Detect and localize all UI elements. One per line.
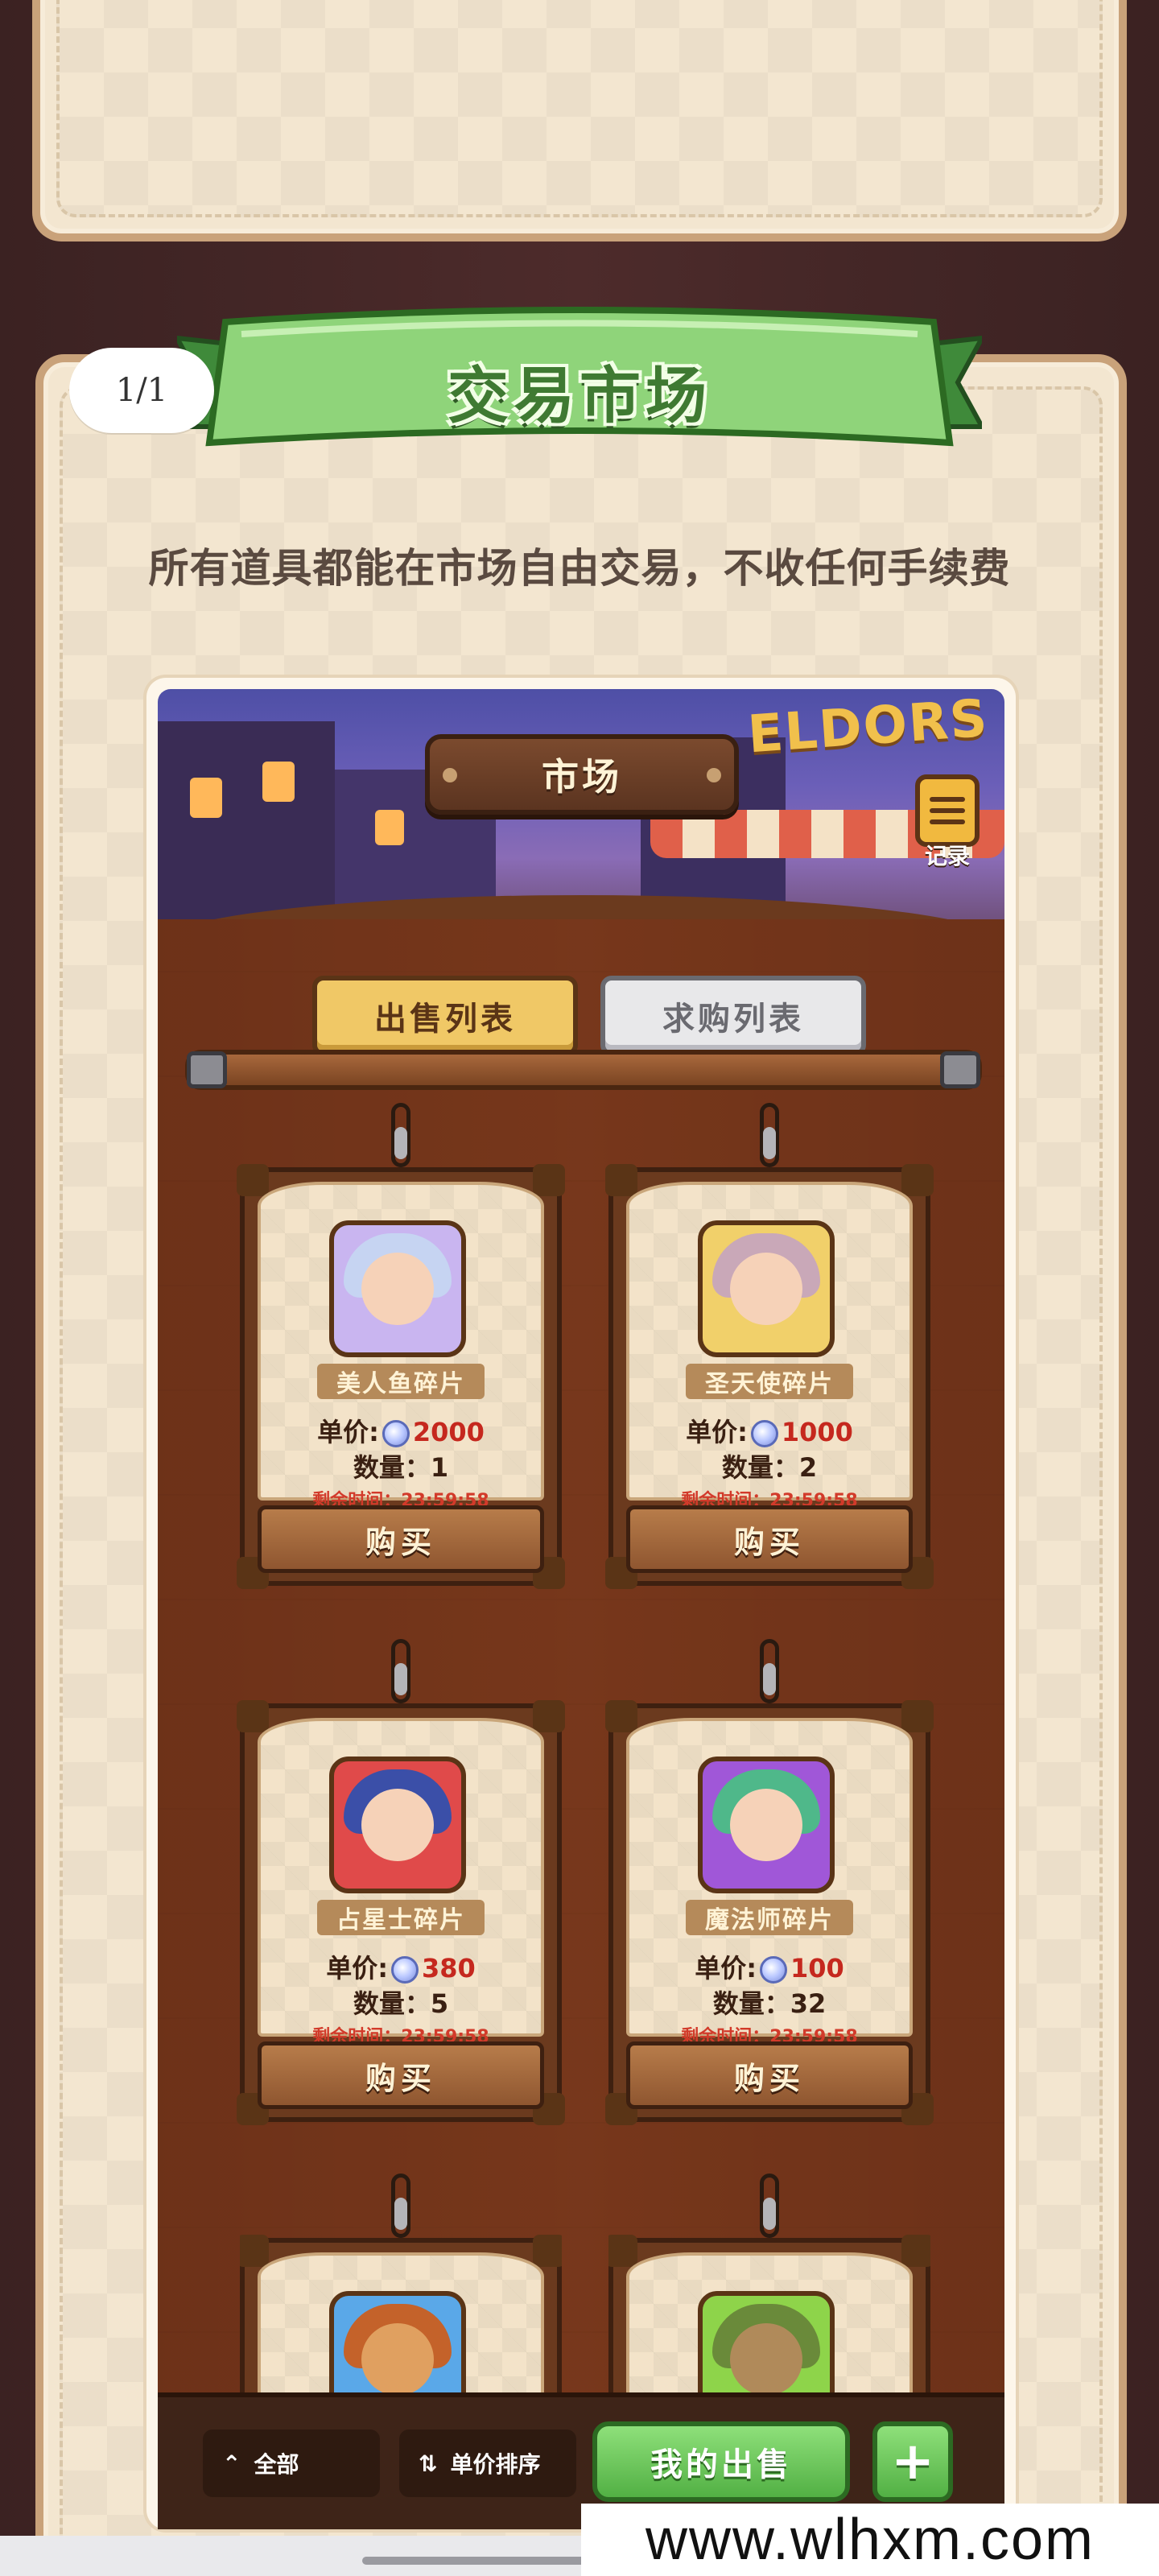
gem-icon xyxy=(382,1420,410,1447)
item-price: 单价: 2000 xyxy=(317,1417,485,1447)
item-board: 魔法师碎片 单价: 100 数量：32 剩余时间：23:59:58 购买 xyxy=(605,1700,934,2125)
item-name: 圣天使碎片 xyxy=(686,1364,853,1399)
item-board xyxy=(608,2235,930,2407)
sort-price-label: 单价排序 xyxy=(450,2451,541,2478)
buy-button[interactable]: 购买 xyxy=(626,1505,913,1573)
item-board: 美人鱼碎片 单价: 2000 数量：1 剩余时间：23:59:58 购买 xyxy=(237,1164,565,1589)
clipboard-icon xyxy=(915,774,980,847)
item-card xyxy=(240,2174,562,2407)
record-label: 记录 xyxy=(924,843,970,869)
item-quantity: 数量：2 xyxy=(721,1452,818,1483)
item-board xyxy=(240,2235,562,2407)
shelf-bracket xyxy=(940,1051,980,1088)
gem-icon xyxy=(391,1956,419,1984)
banner-title: 交易市场 xyxy=(448,360,711,431)
tab-buy-list[interactable]: 求购列表 xyxy=(600,976,866,1056)
item-price: 单价: 380 xyxy=(326,1953,476,1984)
chevron-up-icon: ⌃ xyxy=(222,2450,241,2477)
item-name: 美人鱼碎片 xyxy=(317,1364,485,1399)
mage-portrait xyxy=(698,1757,835,1893)
home-indicator[interactable] xyxy=(362,2557,588,2565)
window-graphic xyxy=(262,762,295,802)
item-card xyxy=(608,2174,930,2407)
item-quantity: 数量：1 xyxy=(353,1452,449,1483)
watermark: www.wlhxm.com xyxy=(581,2504,1159,2576)
tab-sell-list[interactable]: 出售列表 xyxy=(312,976,578,1056)
window-graphic xyxy=(190,778,222,818)
item-card: 占星士碎片 单价: 380 数量：5 剩余时间：23:59:58 购买 xyxy=(237,1639,565,2125)
eldors-logo: ELDORS xyxy=(745,689,991,766)
sort-price-button[interactable]: ⇅ 单价排序 xyxy=(399,2429,576,2497)
mermaid-portrait xyxy=(329,1220,466,1357)
item-name: 占星士碎片 xyxy=(317,1900,485,1935)
window-graphic xyxy=(375,810,404,845)
title-banner: 交易市场 xyxy=(172,306,987,467)
item-price: 单价: 100 xyxy=(695,1953,844,1984)
angel-portrait xyxy=(698,1220,835,1357)
buy-button[interactable]: 购买 xyxy=(258,2041,544,2109)
shelf-bracket xyxy=(187,1051,227,1088)
market-sign: 市场 xyxy=(425,734,739,815)
item-name: 魔法师碎片 xyxy=(686,1900,853,1935)
page-indicator: 1/1 xyxy=(69,348,214,433)
previous-panel xyxy=(32,0,1127,242)
item-price: 单价: 1000 xyxy=(686,1417,853,1447)
item-board: 占星士碎片 单价: 380 数量：5 剩余时间：23:59:58 购买 xyxy=(237,1700,565,2125)
gem-icon xyxy=(750,1420,778,1447)
gem-icon xyxy=(760,1956,787,1984)
treant-portrait xyxy=(698,2291,835,2407)
item-quantity: 数量：5 xyxy=(353,1988,449,2019)
tab-shelf xyxy=(185,1050,982,1090)
previous-panel-inner xyxy=(56,0,1103,217)
item-board: 圣天使碎片 单价: 1000 数量：2 剩余时间：23:59:58 购买 xyxy=(605,1164,934,1589)
record-button[interactable]: 记录 xyxy=(903,774,992,871)
sort-icon: ⇅ xyxy=(419,2450,438,2477)
my-sale-button[interactable]: 我的出售 xyxy=(592,2421,850,2502)
lion-portrait xyxy=(329,2291,466,2407)
market-title: 市场 xyxy=(542,755,622,799)
add-listing-button[interactable]: + xyxy=(872,2421,953,2502)
item-card: 美人鱼碎片 单价: 2000 数量：1 剩余时间：23:59:58 购买 xyxy=(237,1103,565,1589)
item-card: 魔法师碎片 单价: 100 数量：32 剩余时间：23:59:58 购买 xyxy=(605,1639,934,2125)
item-quantity: 数量：32 xyxy=(712,1988,827,2019)
filter-all-button[interactable]: ⌃ 全部 xyxy=(203,2429,380,2497)
item-card: 圣天使碎片 单价: 1000 数量：2 剩余时间：23:59:58 购买 xyxy=(605,1103,934,1589)
market-description: 所有道具都能在市场自由交易，不收任何手续费 xyxy=(148,545,1011,592)
astrologer-portrait xyxy=(329,1757,466,1893)
buy-button[interactable]: 购买 xyxy=(258,1505,544,1573)
filter-all-label: 全部 xyxy=(254,2451,299,2478)
house-graphic xyxy=(158,721,335,931)
buy-button[interactable]: 购买 xyxy=(626,2041,913,2109)
